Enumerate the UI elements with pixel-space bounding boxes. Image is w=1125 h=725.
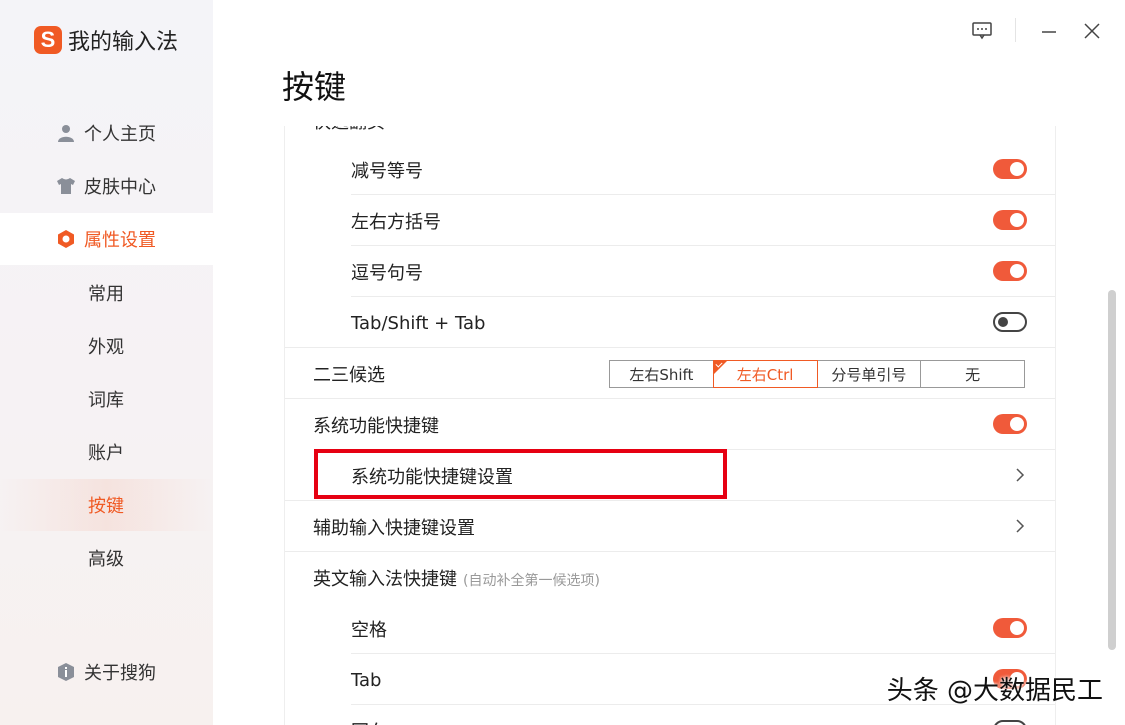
toggle-switch[interactable] [993, 261, 1027, 281]
row-comma-period: 逗号句号 [285, 247, 1055, 297]
subnav-label: 按键 [88, 496, 124, 517]
row-system-shortcuts: 系统功能快捷键 [285, 400, 1055, 450]
subnav-item-appearance[interactable]: 外观 [0, 320, 213, 372]
chevron-right-icon [1016, 468, 1025, 482]
row-second-third-candidate: 二三候选 左右Shift 左右Ctrl 分号单引号 无 [285, 349, 1055, 399]
row-label: 英文输入法快捷键 (自动补全第一候选项) [313, 565, 600, 591]
row-label: 左右方括号 [351, 212, 441, 233]
row-label: Tab [351, 669, 382, 691]
subnav-item-advanced[interactable]: 高级 [0, 532, 213, 584]
subnav-label: 外观 [88, 337, 124, 358]
row-label-text: 英文输入法快捷键 [313, 569, 457, 590]
page-title: 按键 [282, 68, 347, 106]
subnav-item-account[interactable]: 账户 [0, 426, 213, 478]
nav-item-label: 个人主页 [84, 124, 156, 145]
row-space: 空格 [285, 604, 1055, 654]
nav-item-about[interactable]: 关于搜狗 [0, 646, 213, 698]
subnav-label: 常用 [88, 284, 124, 305]
toggle-switch[interactable] [993, 159, 1027, 179]
hexagon-gear-icon [56, 229, 76, 249]
toggle-switch[interactable] [993, 312, 1027, 332]
subnav-item-keys[interactable]: 按键 [0, 479, 213, 531]
close-icon[interactable] [1079, 18, 1105, 44]
subnav-label: 词库 [88, 390, 124, 411]
row-label: 回车 [351, 718, 387, 725]
row-label: 系统功能快捷键 [313, 416, 439, 437]
info-shield-icon [56, 662, 76, 682]
nav-item-skin[interactable]: 皮肤中心 [0, 160, 213, 212]
toggle-switch[interactable] [993, 720, 1027, 725]
toggle-switch[interactable] [993, 414, 1027, 434]
settings-panel: 快选翻页 减号等号 左右方括号 逗号句号 Tab/Shift + Tab 二三候… [284, 126, 1056, 725]
option-semicolon-quote[interactable]: 分号单引号 [816, 360, 922, 388]
toggle-switch[interactable] [993, 618, 1027, 638]
option-left-right-ctrl[interactable]: 左右Ctrl [712, 360, 818, 388]
row-tab-shift-tab: Tab/Shift + Tab [285, 298, 1055, 348]
minimize-icon[interactable] [1036, 18, 1062, 44]
shirt-icon [56, 176, 76, 196]
row-label: 空格 [351, 620, 387, 641]
nav-item-profile[interactable]: 个人主页 [0, 107, 213, 159]
row-hint: (自动补全第一候选项) [463, 573, 600, 589]
brand: S 我的输入法 [34, 24, 178, 56]
row-aux-input-settings[interactable]: 辅助输入快捷键设置 [285, 502, 1055, 552]
row-enter: 回车 [285, 706, 1055, 725]
nav-item-label: 属性设置 [84, 230, 156, 251]
nav-item-label: 皮肤中心 [84, 177, 156, 198]
subnav-label: 高级 [88, 549, 124, 570]
row-label: 减号等号 [351, 161, 423, 182]
watermark: 头条 @大数据民工 [886, 676, 1103, 706]
feedback-icon[interactable] [969, 18, 995, 44]
row-label: 快选翻页 [313, 126, 385, 134]
row-label: 二三候选 [313, 365, 385, 386]
nav-item-label: 关于搜狗 [84, 663, 156, 684]
chevron-right-icon [1016, 519, 1025, 533]
subnav-item-dictionary[interactable]: 词库 [0, 373, 213, 425]
sogou-logo-icon: S [34, 26, 62, 54]
titlebar-divider [1015, 18, 1016, 42]
row-label: 逗号句号 [351, 263, 423, 284]
candidate-key-selector: 左右Shift 左右Ctrl 分号单引号 无 [609, 360, 1025, 388]
row-label: 辅助输入快捷键设置 [313, 518, 475, 539]
subnav-label: 账户 [88, 443, 124, 464]
app-title: 我的输入法 [68, 30, 179, 55]
nav-item-properties[interactable]: 属性设置 [0, 213, 213, 265]
subnav-item-common[interactable]: 常用 [0, 267, 213, 319]
scrollbar-thumb[interactable] [1108, 290, 1116, 650]
toggle-switch[interactable] [993, 210, 1027, 230]
sidebar: S 我的输入法 个人主页 皮肤中心 属性设置 常用 外观 词库 账户 按键 高级… [0, 0, 213, 725]
annotation-highlight-box [314, 449, 727, 499]
section-quick-page: 快选翻页 [285, 126, 1055, 146]
row-label: Tab/Shift + Tab [351, 312, 486, 334]
option-left-right-shift[interactable]: 左右Shift [609, 360, 714, 388]
user-icon [56, 123, 76, 143]
row-english-shortcuts: 英文输入法快捷键 (自动补全第一候选项) [285, 553, 1055, 603]
option-none[interactable]: 无 [920, 360, 1025, 388]
row-brackets: 左右方括号 [285, 196, 1055, 246]
row-minus-equal: 减号等号 [285, 145, 1055, 195]
